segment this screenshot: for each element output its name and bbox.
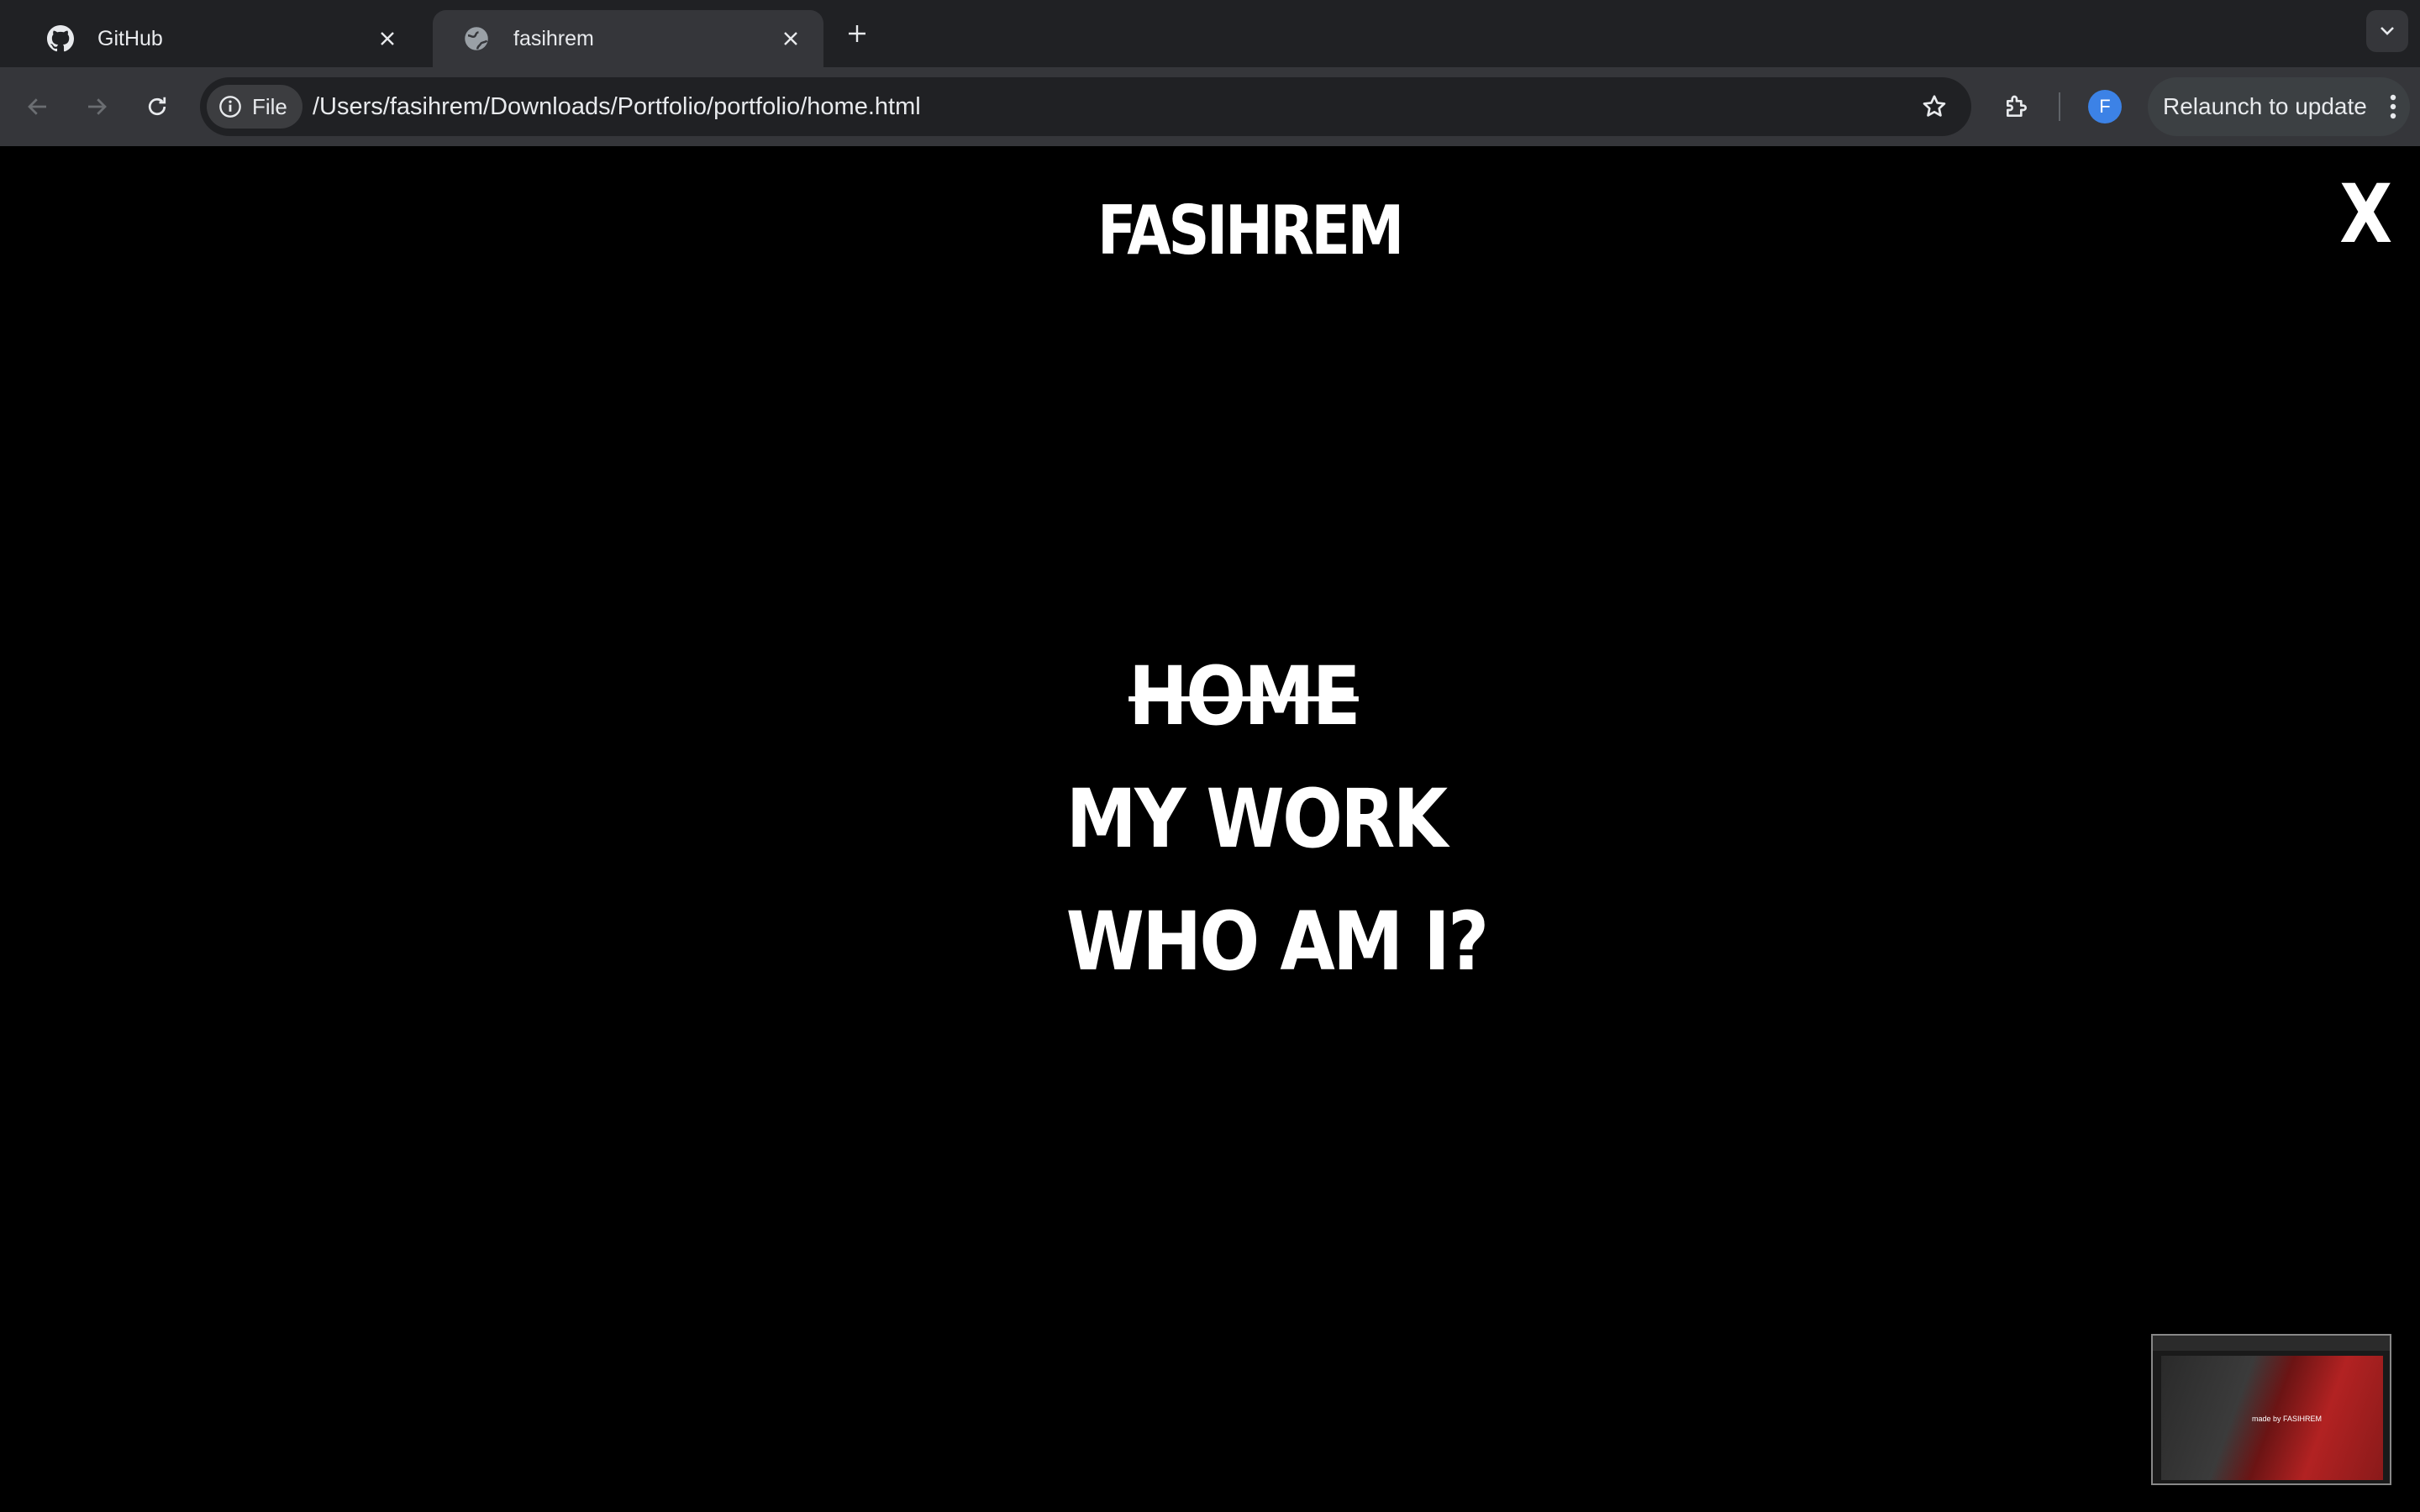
relaunch-label: Relaunch to update [2163,93,2367,119]
site-logo-text[interactable]: FASIHREM [1097,195,1404,267]
close-menu-button[interactable]: X [2339,174,2392,255]
browser-toolbar: File /Users/fasihrem/Downloads/Portfolio… [0,67,2420,146]
page-viewport: FASIHREM X HOME MY WORK WHO AM I? made b… [0,146,2420,1512]
tab-fasihrem[interactable]: fasihrem [433,10,823,67]
thumbnail-browser-bar [2153,1336,2390,1351]
nav-link-my-work[interactable]: MY WORK [1066,758,1448,880]
nav-link-home[interactable]: HOME [1066,635,1421,758]
tab-github[interactable]: GitHub [17,10,420,67]
thumbnail-caption: made by FASIHREM [2252,1415,2323,1423]
tab-search-chevron-down-icon[interactable] [2366,10,2408,52]
site-info-label: File [252,93,287,119]
relaunch-to-update-button[interactable]: Relaunch to update [2148,77,2410,136]
main-nav-menu: HOME MY WORK WHO AM I? [1042,635,1489,1003]
screen-recording-preview-thumbnail[interactable]: made by FASIHREM [2151,1334,2391,1485]
toolbar-divider [2059,92,2060,121]
nav-link-who-am-i[interactable]: WHO AM I? [1066,880,1489,1003]
tab-title: GitHub [97,26,163,50]
back-arrow-icon[interactable] [18,87,57,126]
reload-icon[interactable] [138,87,176,126]
profile-avatar[interactable]: F [2088,90,2122,123]
new-tab-icon[interactable] [840,17,874,50]
info-icon [219,96,241,118]
tab-title: fasihrem [513,26,594,50]
extensions-puzzle-icon[interactable] [1997,87,2036,126]
github-icon [47,25,74,52]
close-tab-icon[interactable] [373,24,402,53]
more-vert-icon[interactable] [2376,90,2410,123]
bookmark-star-icon[interactable] [1919,92,1949,122]
site-info-chip[interactable]: File [207,85,302,129]
tab-strip: GitHub fasihrem [0,0,2420,67]
close-tab-icon[interactable] [776,24,805,53]
forward-arrow-icon[interactable] [77,87,116,126]
address-bar[interactable]: File /Users/fasihrem/Downloads/Portfolio… [200,77,1971,136]
globe-icon [463,25,490,52]
url-text[interactable]: /Users/fasihrem/Downloads/Portfolio/port… [313,77,921,136]
